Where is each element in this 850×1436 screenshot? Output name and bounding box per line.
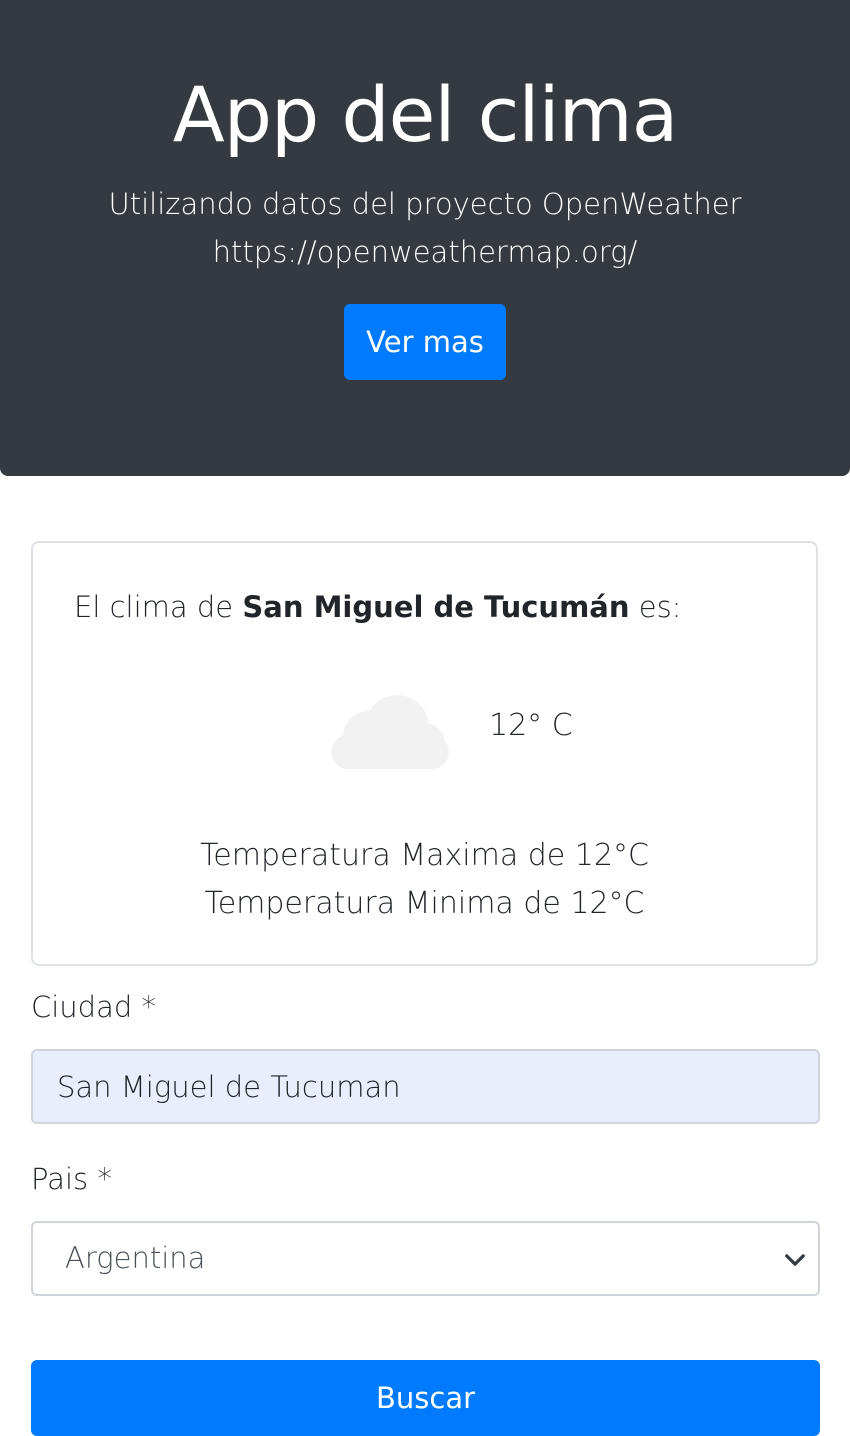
cloud-icon [331, 695, 449, 769]
subtitle-text: Utilizando datos del proyecto OpenWeathe… [108, 187, 742, 221]
min-temperature: Temperatura Minima de 12°C [204, 886, 645, 921]
weather-result-card: El clima de San Miguel de Tucumán es: 12… [31, 541, 818, 966]
hero-banner: App del clima Utilizando datos del proye… [0, 0, 850, 476]
country-select[interactable]: Argentina [31, 1221, 820, 1296]
search-button[interactable]: Buscar [31, 1360, 820, 1436]
city-name: San Miguel de Tucumán [242, 590, 630, 624]
max-temperature: Temperatura Maxima de 12°C [200, 838, 649, 873]
ver-mas-button[interactable]: Ver mas [344, 304, 506, 380]
chevron-down-icon [785, 1254, 805, 1266]
weather-heading-suffix: es: [629, 590, 682, 624]
app-title: App del clima [172, 70, 679, 159]
weather-heading-prefix: El clima de [74, 590, 243, 624]
subtitle-url: https://openweathermap.org/ [212, 235, 638, 269]
city-input[interactable] [31, 1049, 820, 1124]
city-label: Ciudad * [31, 990, 156, 1024]
app-subtitle: Utilizando datos del proyecto OpenWeathe… [0, 180, 850, 276]
country-selected-value: Argentina [65, 1241, 206, 1275]
country-label: Pais * [31, 1162, 112, 1196]
weather-heading: El clima de San Miguel de Tucumán es: [74, 587, 681, 627]
current-temperature: 12° C [489, 708, 573, 743]
